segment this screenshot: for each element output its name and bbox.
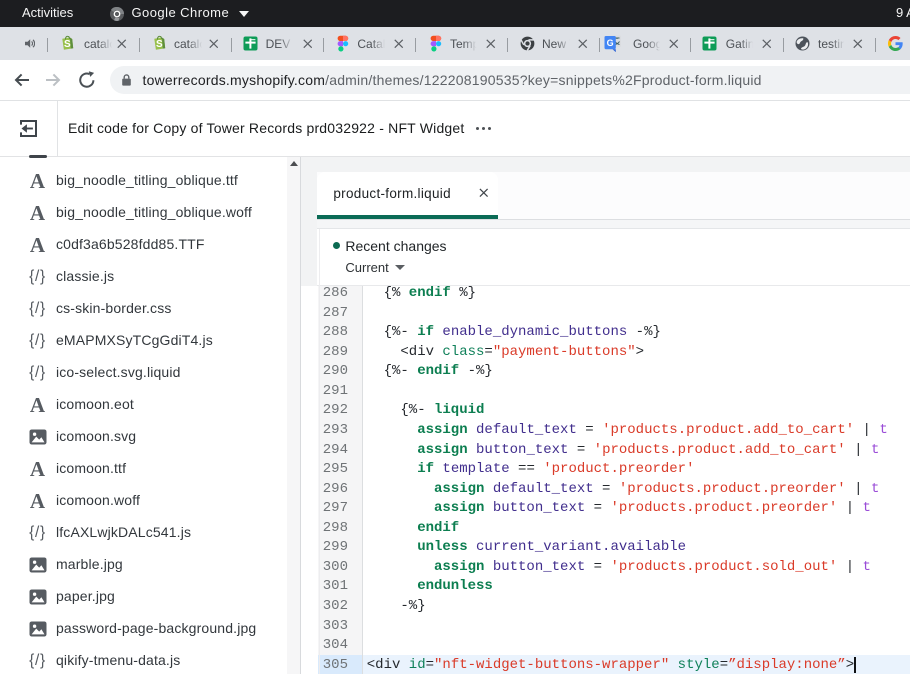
svg-text:S: S bbox=[64, 39, 71, 50]
svg-text:G: G bbox=[607, 38, 614, 48]
svg-text:S: S bbox=[156, 39, 163, 50]
